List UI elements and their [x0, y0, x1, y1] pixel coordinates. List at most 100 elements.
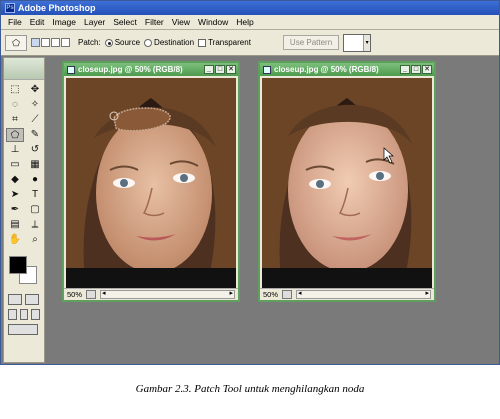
title-bar: Ps Adobe Photoshop [1, 1, 499, 15]
patch-label: Patch: [78, 38, 101, 47]
maximize-icon[interactable]: □ [411, 65, 421, 74]
horizontal-scrollbar[interactable] [100, 289, 235, 299]
lasso-tool-icon[interactable]: ◌ [6, 98, 24, 112]
magic-wand-tool-icon[interactable]: ✧ [26, 98, 44, 112]
slice-tool-icon[interactable]: ⟋ [26, 113, 44, 127]
transparent-checkbox[interactable]: Transparent [198, 38, 251, 47]
new-selection-icon[interactable] [31, 38, 40, 47]
document-status-bar: 50% [260, 288, 434, 300]
dropdown-arrow-icon: ▾ [363, 34, 371, 51]
checkbox-icon [198, 38, 207, 47]
toolbox-header-feather-icon [4, 58, 44, 80]
blur-tool-icon[interactable]: ◆ [6, 173, 24, 187]
brush-tool-icon[interactable]: ✎ [26, 128, 44, 142]
window-controls: _ □ ✕ [204, 65, 238, 74]
tool-grid: ⬚ ✥ ◌ ✧ ⌗ ⟋ ⬠ ✎ ⊥ ↺ ▭ ▦ ◆ ● ➤ T ✒ ▢ ▤ ⟂ … [4, 80, 44, 250]
image-canvas[interactable] [262, 78, 432, 288]
foreground-color[interactable] [9, 256, 27, 274]
hand-tool-icon[interactable]: ✋ [6, 233, 24, 247]
horizontal-scrollbar[interactable] [296, 289, 431, 299]
zoom-level[interactable]: 50% [263, 290, 278, 299]
screen-mode-1-icon[interactable] [8, 309, 17, 320]
photoshop-window: Ps Adobe Photoshop File Edit Image Layer… [0, 0, 500, 365]
stamp-tool-icon[interactable]: ⊥ [6, 143, 24, 157]
quick-mask-buttons [4, 292, 44, 307]
pattern-picker[interactable]: ▾ [343, 33, 372, 52]
radio-source-icon [104, 38, 113, 47]
history-brush-tool-icon[interactable]: ↺ [26, 143, 44, 157]
window-controls: _ □ ✕ [400, 65, 434, 74]
menu-filter[interactable]: Filter [141, 17, 168, 27]
status-nav-icon[interactable] [282, 290, 293, 299]
source-radio[interactable]: Source [104, 38, 141, 47]
menu-help[interactable]: Help [232, 17, 257, 27]
menu-layer[interactable]: Layer [80, 17, 109, 27]
options-bar: ⬠ Patch: Source Destination Transparent … [1, 30, 499, 56]
source-label: Source [114, 38, 141, 47]
menu-view[interactable]: View [168, 17, 194, 27]
eyedropper-tool-icon[interactable]: ⟂ [26, 218, 44, 232]
destination-label: Destination [154, 38, 195, 47]
document-icon [263, 65, 271, 74]
document-title: closeup.jpg @ 50% (RGB/8) [78, 65, 183, 74]
color-swatches [7, 254, 41, 288]
jump-to-imageready [4, 322, 44, 337]
add-selection-icon[interactable] [41, 38, 50, 47]
patch-tool-icon[interactable]: ⬠ [6, 128, 24, 142]
menu-window[interactable]: Window [194, 17, 232, 27]
eraser-tool-icon[interactable]: ▭ [6, 158, 24, 172]
document-icon [67, 65, 75, 74]
tool-preset-picker[interactable]: ⬠ [5, 34, 27, 51]
dodge-tool-icon[interactable]: ● [26, 173, 44, 187]
menu-image[interactable]: Image [48, 17, 80, 27]
menu-file[interactable]: File [4, 17, 26, 27]
standard-mode-icon[interactable] [8, 294, 22, 305]
selection-modes [31, 38, 70, 47]
move-tool-icon[interactable]: ✥ [26, 83, 44, 97]
patch-tool-icon: ⬠ [12, 37, 20, 48]
menu-select[interactable]: Select [109, 17, 141, 27]
zoom-tool-icon[interactable]: ⌕ [26, 233, 44, 247]
pen-tool-icon[interactable]: ✒ [6, 203, 24, 217]
close-icon[interactable]: ✕ [226, 65, 236, 74]
crop-tool-icon[interactable]: ⌗ [6, 113, 24, 127]
path-select-tool-icon[interactable]: ➤ [6, 188, 24, 202]
menu-edit[interactable]: Edit [26, 17, 49, 27]
toolbox: ⬚ ✥ ◌ ✧ ⌗ ⟋ ⬠ ✎ ⊥ ↺ ▭ ▦ ◆ ● ➤ T ✒ ▢ ▤ ⟂ … [3, 57, 45, 363]
minimize-icon[interactable]: _ [204, 65, 214, 74]
zoom-level[interactable]: 50% [67, 290, 82, 299]
document-window-before[interactable]: closeup.jpg @ 50% (RGB/8) _ □ ✕ 50% ◂ ▸ [62, 61, 240, 302]
use-pattern-button[interactable]: Use Pattern [282, 35, 340, 50]
type-tool-icon[interactable]: T [26, 188, 44, 202]
shape-tool-icon[interactable]: ▢ [26, 203, 44, 217]
notes-tool-icon[interactable]: ▤ [6, 218, 24, 232]
intersect-selection-icon[interactable] [61, 38, 70, 47]
status-nav-icon[interactable] [86, 290, 97, 299]
photoshop-logo-icon: Ps [5, 3, 15, 13]
screen-mode-3-icon[interactable] [31, 309, 41, 320]
image-canvas[interactable] [66, 78, 236, 288]
subtract-selection-icon[interactable] [51, 38, 60, 47]
screen-mode-2-icon[interactable] [19, 309, 29, 320]
radio-destination-icon [144, 38, 153, 47]
window-title: Adobe Photoshop [18, 3, 96, 13]
transparent-label: Transparent [208, 38, 251, 47]
portrait-image [66, 78, 236, 288]
minimize-icon[interactable]: _ [400, 65, 410, 74]
figure-caption: Gambar 2.3. Patch Tool untuk menghilangk… [135, 383, 365, 395]
marquee-tool-icon[interactable]: ⬚ [6, 83, 24, 97]
imageready-icon[interactable] [8, 324, 38, 335]
screen-mode-buttons [4, 307, 44, 322]
document-title-bar[interactable]: closeup.jpg @ 50% (RGB/8) _ □ ✕ [64, 63, 238, 76]
close-icon[interactable]: ✕ [422, 65, 432, 74]
quick-mask-mode-icon[interactable] [25, 294, 39, 305]
document-title-bar[interactable]: closeup.jpg @ 50% (RGB/8) _ □ ✕ [260, 63, 434, 76]
maximize-icon[interactable]: □ [215, 65, 225, 74]
menu-bar: File Edit Image Layer Select Filter View… [1, 15, 499, 30]
document-title: closeup.jpg @ 50% (RGB/8) [274, 65, 379, 74]
portrait-image [262, 78, 432, 288]
destination-radio[interactable]: Destination [144, 38, 194, 47]
document-status-bar: 50% [64, 288, 238, 300]
document-window-after[interactable]: closeup.jpg @ 50% (RGB/8) _ □ ✕ 50% ◂ ▸ [258, 61, 436, 302]
gradient-tool-icon[interactable]: ▦ [26, 158, 44, 172]
